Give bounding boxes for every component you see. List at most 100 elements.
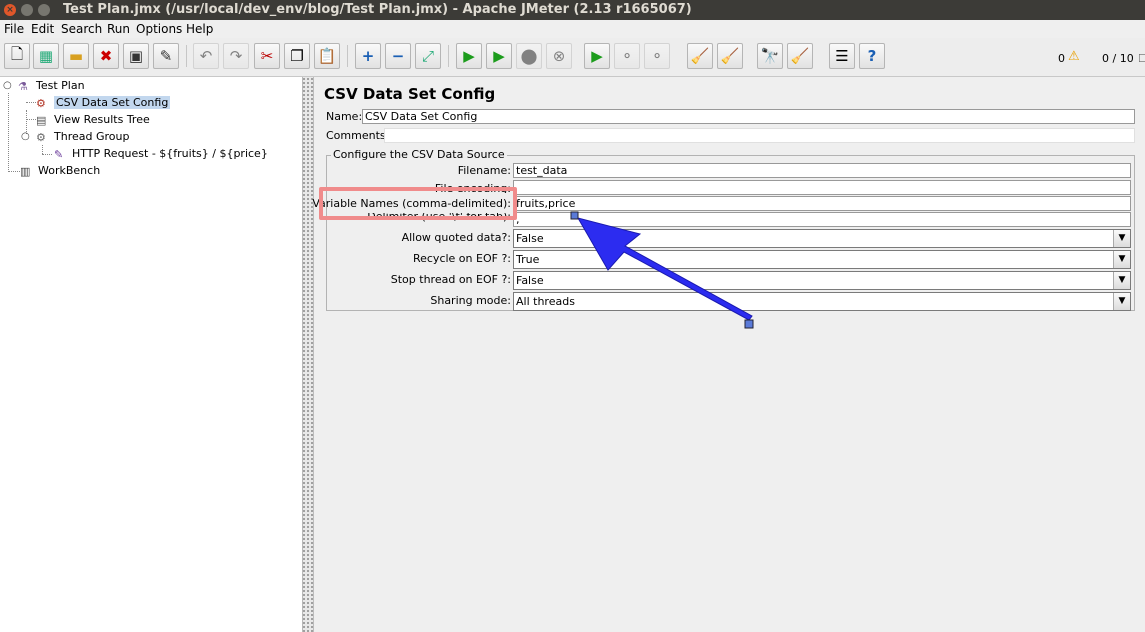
save-button[interactable]: ▣ xyxy=(123,43,149,69)
tree-item-label: CSV Data Set Config xyxy=(54,96,171,109)
thread-group-icon: ⚙ xyxy=(36,131,46,144)
tree-expander-test-plan[interactable]: ○ xyxy=(3,80,12,91)
allow-quoted-value: False xyxy=(516,232,544,245)
stop-button[interactable]: ⬤ xyxy=(516,43,542,69)
new-button[interactable]: 🗋 xyxy=(4,43,30,69)
menu-edit[interactable]: Edit xyxy=(31,22,54,36)
tree-expander-thread-group[interactable]: ○ xyxy=(21,131,30,142)
templates-button[interactable]: ▦ xyxy=(33,43,59,69)
start-button[interactable]: ▶ xyxy=(456,43,482,69)
warning-icon[interactable]: ⚠ xyxy=(1068,49,1080,64)
function-helper-button[interactable]: ☰ xyxy=(829,43,855,69)
start-no-pauses-button[interactable]: ▶ xyxy=(486,43,512,69)
dropdown-arrow-icon[interactable]: ▼ xyxy=(1113,230,1130,247)
tree-item-thread-group[interactable]: ⚙ Thread Group xyxy=(36,129,129,145)
tree-item-csv-data-set-config[interactable]: ⚙ CSV Data Set Config xyxy=(36,95,171,111)
clear-all-button[interactable]: 🧹 xyxy=(717,43,743,69)
window-minimize-button[interactable] xyxy=(21,4,33,16)
sharing-mode-value: All threads xyxy=(516,295,575,308)
open-button[interactable]: ▬ xyxy=(63,43,89,69)
help-button[interactable]: ? xyxy=(859,43,885,69)
pane-splitter[interactable] xyxy=(303,77,314,632)
allow-quoted-select[interactable]: False ▼ xyxy=(513,229,1131,248)
tree-item-label: Thread Group xyxy=(54,130,130,143)
shutdown-icon: ⊗ xyxy=(552,47,566,65)
sharing-mode-label: Sharing mode: xyxy=(430,294,511,307)
tree-item-view-results-tree[interactable]: ▤ View Results Tree xyxy=(36,112,150,128)
recycle-eof-select[interactable]: True ▼ xyxy=(513,250,1131,269)
brooms-icon: 🧹 xyxy=(720,47,740,65)
delimiter-input[interactable]: , xyxy=(513,212,1131,227)
remote-shutdown-all-button[interactable]: ⚬ xyxy=(644,43,670,69)
stop-thread-eof-value: False xyxy=(516,274,544,287)
search-button[interactable]: 🔭 xyxy=(757,43,783,69)
menubar: File Edit Search Run Options Help xyxy=(0,20,1145,38)
sharing-mode-select[interactable]: All threads ▼ xyxy=(513,292,1131,311)
comments-input[interactable] xyxy=(384,128,1135,143)
window-close-button[interactable]: × xyxy=(4,4,16,16)
tree-connector xyxy=(26,102,36,103)
tree-connector xyxy=(8,93,9,170)
results-tree-icon: ▤ xyxy=(36,114,47,127)
tree-connector xyxy=(42,145,43,154)
toolbar-separator xyxy=(448,45,449,67)
status-square-icon: ☐ xyxy=(1138,52,1145,65)
toolbar: 🗋 ▦ ▬ ✖ ▣ ✎ ↶ ↷ ✂ ❐ 📋 + − ⤢ ▶ ▶ ⬤ ⊗ ▶ ⚬ … xyxy=(0,38,1145,77)
dropdown-arrow-icon[interactable]: ▼ xyxy=(1113,251,1130,268)
save-graph-button[interactable]: ✎ xyxy=(153,43,179,69)
tree-connector xyxy=(8,171,20,172)
name-input[interactable]: CSV Data Set Config xyxy=(362,109,1135,124)
list-icon: ☰ xyxy=(835,47,849,65)
menu-search[interactable]: Search xyxy=(61,22,102,36)
remote-stop-all-button[interactable]: ⚬ xyxy=(614,43,640,69)
close-plan-button[interactable]: ✖ xyxy=(93,43,119,69)
window-titlebar: × Test Plan.jmx (/usr/local/dev_env/blog… xyxy=(0,0,1145,20)
allow-quoted-label: Allow quoted data?: xyxy=(401,231,511,244)
redo-button[interactable]: ↷ xyxy=(223,43,249,69)
menu-options[interactable]: Options xyxy=(136,22,182,36)
collapse-all-button[interactable]: − xyxy=(385,43,411,69)
tree-item-http-request[interactable]: ✎ HTTP Request - ${fruits} / ${price} xyxy=(54,146,268,162)
stop-thread-eof-select[interactable]: False ▼ xyxy=(513,271,1131,290)
tree-item-workbench[interactable]: ▥ WorkBench xyxy=(20,163,100,179)
warning-count: 0 xyxy=(1058,52,1065,65)
shutdown-button[interactable]: ⊗ xyxy=(546,43,572,69)
undo-button[interactable]: ↶ xyxy=(193,43,219,69)
panel-title: CSV Data Set Config xyxy=(324,85,496,103)
variable-names-input[interactable]: fruits,price xyxy=(513,196,1131,211)
tree-item-label: WorkBench xyxy=(38,164,101,177)
cut-button[interactable]: ✂ xyxy=(254,43,280,69)
toolbar-separator xyxy=(347,45,348,67)
annotation-highlight-box xyxy=(319,187,517,220)
menu-run[interactable]: Run xyxy=(107,22,130,36)
menu-file[interactable]: File xyxy=(4,22,24,36)
dropdown-arrow-icon[interactable]: ▼ xyxy=(1113,272,1130,289)
remote-play-icon: ▶ xyxy=(591,47,603,65)
http-request-icon: ✎ xyxy=(54,148,64,161)
tree-connector xyxy=(26,119,36,120)
tree-connector xyxy=(42,154,52,155)
flask-icon: ⚗ xyxy=(18,80,28,93)
minus-icon: − xyxy=(391,47,405,65)
menu-help[interactable]: Help xyxy=(186,22,213,36)
close-file-icon: ✖ xyxy=(99,47,113,65)
undo-icon: ↶ xyxy=(199,47,213,65)
remote-start-all-button[interactable]: ▶ xyxy=(584,43,610,69)
tree-item-test-plan[interactable]: ⚗ Test Plan xyxy=(18,78,85,94)
comments-label: Comments: xyxy=(326,129,390,142)
name-label: Name: xyxy=(326,110,363,123)
help-icon: ? xyxy=(867,47,877,65)
toggle-icon: ⤢ xyxy=(421,47,434,65)
play-icon: ▶ xyxy=(463,47,475,65)
reset-search-button[interactable]: 🧹 xyxy=(787,43,813,69)
copy-button[interactable]: ❐ xyxy=(284,43,310,69)
file-encoding-input[interactable] xyxy=(513,180,1131,195)
dropdown-arrow-icon[interactable]: ▼ xyxy=(1113,293,1130,310)
scissors-icon: ✂ xyxy=(260,47,274,65)
expand-all-button[interactable]: + xyxy=(355,43,381,69)
clear-button[interactable]: 🧹 xyxy=(687,43,713,69)
filename-input[interactable]: test_data xyxy=(513,163,1131,178)
paste-button[interactable]: 📋 xyxy=(314,43,340,69)
toggle-button[interactable]: ⤢ xyxy=(415,43,441,69)
window-maximize-button[interactable] xyxy=(38,4,50,16)
